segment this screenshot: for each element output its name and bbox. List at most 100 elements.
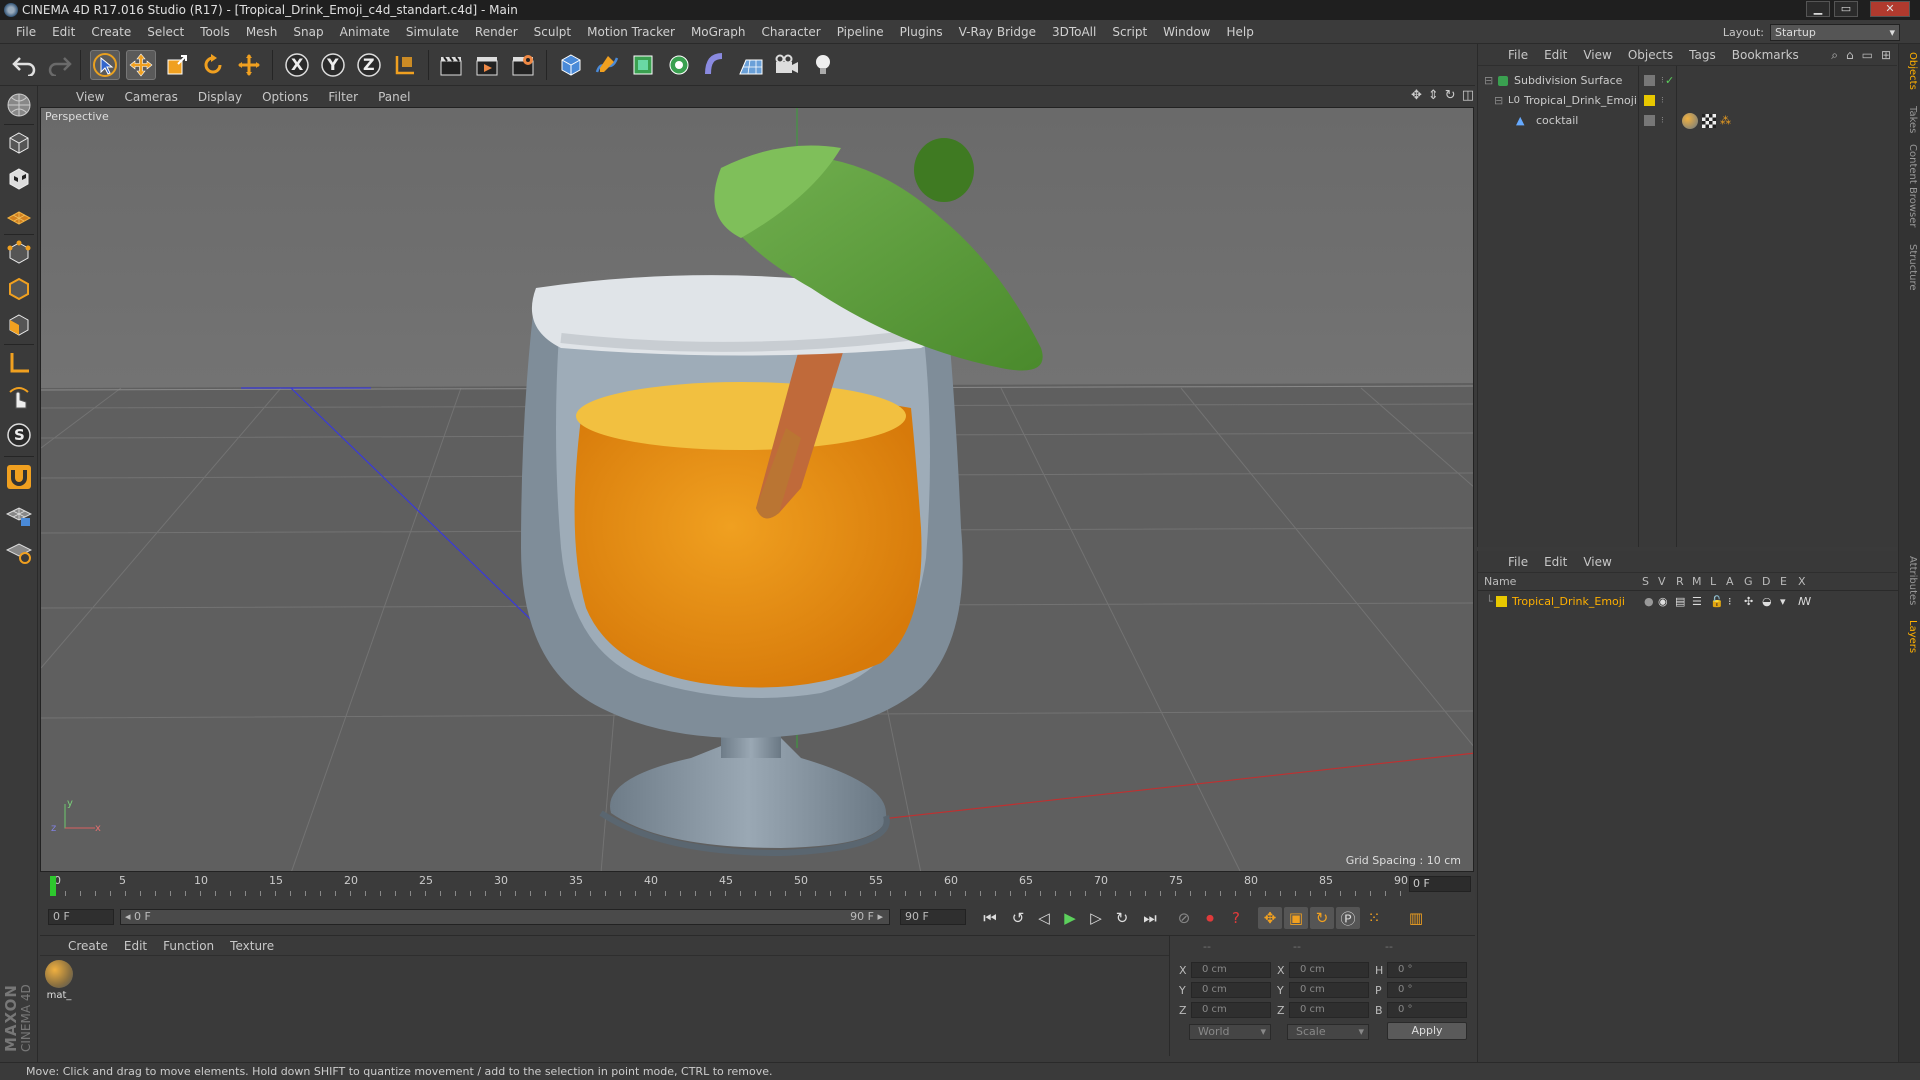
visibility-dots-icon[interactable]: ⁝	[1661, 112, 1664, 130]
col-manager[interactable]: M	[1692, 575, 1702, 588]
home-icon[interactable]: ⌂	[1846, 48, 1854, 63]
workplane-mode-button[interactable]	[4, 200, 34, 230]
new-view-icon[interactable]: ▭	[1862, 48, 1873, 63]
layer-swatch[interactable]	[1644, 75, 1655, 86]
col-render[interactable]: R	[1676, 575, 1684, 588]
solo-toggle-icon[interactable]: ●	[1644, 593, 1654, 611]
add-camera-button[interactable]	[772, 50, 802, 80]
texture-mode-button[interactable]	[4, 164, 34, 194]
redo-button[interactable]	[44, 50, 74, 80]
undo-button[interactable]	[10, 50, 40, 80]
rot-b-field[interactable]: 0 °	[1387, 1002, 1467, 1018]
workplane-lock-button[interactable]	[4, 500, 34, 530]
col-expressions[interactable]: E	[1780, 575, 1787, 588]
menu-edit[interactable]: Edit	[44, 25, 83, 39]
model-mode-button[interactable]	[4, 128, 34, 158]
add-light-button[interactable]	[808, 50, 838, 80]
deformer-toggle-icon[interactable]: ◒	[1762, 593, 1772, 611]
search-icon[interactable]: ⌕	[1831, 48, 1838, 63]
x-axis-lock-button[interactable]: X	[282, 50, 312, 80]
menu-sculpt[interactable]: Sculpt	[526, 25, 579, 39]
minimize-button[interactable]: ▁	[1806, 1, 1830, 17]
tab-takes[interactable]: Takes	[1902, 106, 1918, 133]
layer-row[interactable]: └ Tropical_Drink_Emoji ● ◉ ▤ ☰ 🔓 ⁝ ✣ ◒ ▾…	[1478, 593, 1898, 611]
menu-help[interactable]: Help	[1218, 25, 1261, 39]
previous-frame-button[interactable]: ◁	[1032, 907, 1056, 929]
visibility-dots-icon[interactable]: ⁝	[1661, 92, 1664, 110]
autokey-toggle[interactable]: ⊘	[1172, 907, 1196, 929]
tab-structure[interactable]: Structure	[1902, 244, 1918, 291]
pos-x-field[interactable]: 0 cm	[1191, 962, 1271, 978]
frame-ruler[interactable]: 0 5 10 15 20 25 30 35 40 45 50 55 60 65 70 75 80 85 90	[50, 874, 1408, 898]
menu-pipeline[interactable]: Pipeline	[829, 25, 892, 39]
expression-toggle-icon[interactable]: ▾	[1780, 593, 1786, 611]
go-to-start-button[interactable]: ⏮	[978, 907, 1002, 929]
menu-select[interactable]: Select	[139, 25, 192, 39]
enabled-check-icon[interactable]: ✓	[1665, 72, 1674, 90]
render-view-button[interactable]	[436, 50, 466, 80]
size-y-field[interactable]: 0 cm	[1289, 982, 1369, 998]
live-selection-button[interactable]	[90, 50, 120, 80]
col-locked[interactable]: L	[1710, 575, 1716, 588]
points-mode-button[interactable]	[4, 238, 34, 268]
autokeying-button[interactable]: ?	[1224, 907, 1248, 929]
z-axis-lock-button[interactable]: Z	[354, 50, 384, 80]
key-scale-toggle[interactable]: ▣	[1284, 907, 1308, 929]
previous-key-button[interactable]: ↺	[1006, 907, 1030, 929]
menu-file[interactable]: File	[8, 25, 44, 39]
magnet-tool-button[interactable]	[4, 462, 34, 492]
layer-menu-file[interactable]: File	[1500, 555, 1536, 569]
pos-z-field[interactable]: 0 cm	[1191, 1002, 1271, 1018]
tweak-mode-button[interactable]	[4, 384, 34, 414]
menu-vray-bridge[interactable]: V-Ray Bridge	[951, 25, 1044, 39]
menu-script[interactable]: Script	[1104, 25, 1155, 39]
menu-plugins[interactable]: Plugins	[892, 25, 951, 39]
col-generators[interactable]: G	[1744, 575, 1753, 588]
visibility-dots-icon[interactable]: ⁝	[1661, 72, 1664, 90]
close-button[interactable]: ✕	[1870, 1, 1910, 17]
layout-dropdown[interactable]: Startup ▾	[1770, 23, 1900, 41]
play-button[interactable]: ▶	[1058, 907, 1082, 929]
menu-motion-tracker[interactable]: Motion Tracker	[579, 25, 683, 39]
viewport-menu-cameras[interactable]: Cameras	[114, 90, 187, 104]
layer-menu-edit[interactable]: Edit	[1536, 555, 1575, 569]
layer-swatch[interactable]	[1644, 115, 1655, 126]
tab-content-browser[interactable]: Content Browser	[1902, 144, 1918, 227]
maximize-button[interactable]: ▭	[1834, 1, 1858, 17]
size-x-field[interactable]: 0 cm	[1289, 962, 1369, 978]
key-pla-toggle[interactable]: ⁙	[1362, 907, 1386, 929]
viewport-menu-display[interactable]: Display	[188, 90, 252, 104]
start-frame-field[interactable]: 0 F	[48, 909, 114, 925]
viewport-menu-panel[interactable]: Panel	[368, 90, 420, 104]
y-axis-lock-button[interactable]: Y	[318, 50, 348, 80]
object-row-cocktail[interactable]: ▲ cocktail ⁝ ⁂	[1478, 112, 1898, 130]
menu-tools[interactable]: Tools	[192, 25, 238, 39]
col-animation[interactable]: A	[1726, 575, 1734, 588]
edges-mode-button[interactable]	[4, 274, 34, 304]
menu-animate[interactable]: Animate	[332, 25, 398, 39]
viewport-menu-view[interactable]: View	[66, 90, 114, 104]
scale-tool-button[interactable]	[162, 50, 192, 80]
material-menu-create[interactable]: Create	[60, 939, 116, 953]
generator-toggle-icon[interactable]: ✣	[1744, 593, 1753, 611]
animation-toggle-icon[interactable]: ⁝	[1728, 593, 1732, 611]
material-tag-icon[interactable]	[1682, 113, 1698, 129]
move-tool-button[interactable]	[126, 50, 156, 80]
collapse-toggle-icon[interactable]: ⊟	[1494, 92, 1503, 110]
object-menu-tags[interactable]: Tags	[1681, 48, 1724, 62]
material-menu-edit[interactable]: Edit	[116, 939, 155, 953]
size-mode-dropdown[interactable]: Scale ▾	[1287, 1024, 1369, 1040]
viewport-menu-options[interactable]: Options	[252, 90, 318, 104]
tab-attributes[interactable]: Attributes	[1902, 556, 1918, 605]
layer-color-swatch[interactable]	[1644, 95, 1655, 106]
end-frame-field[interactable]: 90 F	[900, 909, 966, 925]
object-menu-view[interactable]: View	[1575, 48, 1619, 62]
key-position-toggle[interactable]: ✥	[1258, 907, 1282, 929]
rot-h-field[interactable]: 0 °	[1387, 962, 1467, 978]
material-menu-texture[interactable]: Texture	[222, 939, 282, 953]
next-key-button[interactable]: ↻	[1110, 907, 1134, 929]
material-swatch[interactable]: mat_	[44, 960, 74, 1008]
layer-menu-view[interactable]: View	[1575, 555, 1619, 569]
snap-toggle-button[interactable]: S	[4, 420, 34, 450]
object-menu-objects[interactable]: Objects	[1620, 48, 1681, 62]
